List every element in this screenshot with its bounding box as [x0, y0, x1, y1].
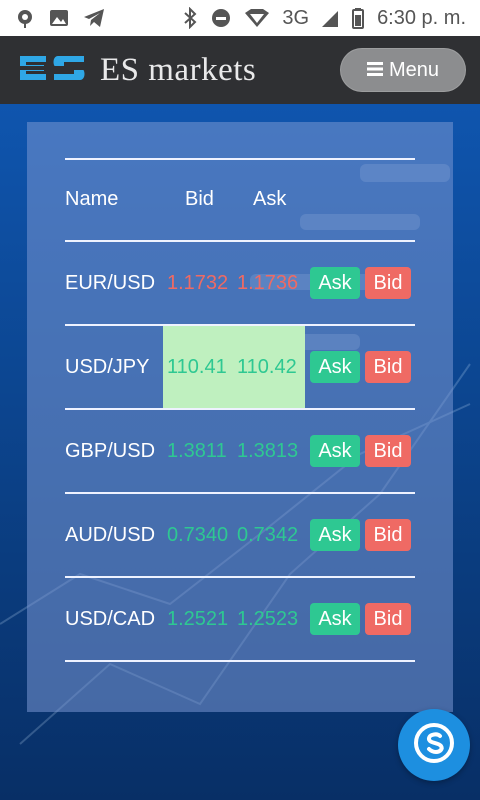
status-time: 6:30 p. m. [377, 6, 466, 29]
ask-price: 1.2523 [237, 607, 299, 630]
bid-button[interactable]: Bid [365, 519, 411, 551]
location-icon [14, 7, 36, 29]
ask-button[interactable]: Ask [310, 351, 360, 383]
table-row: AUD/USD 0.7340 0.7342 Ask Bid [65, 494, 415, 576]
network-type: 3G [282, 6, 310, 29]
bid-price: 0.7340 [167, 523, 229, 546]
brand[interactable]: ES markets [14, 48, 256, 93]
signal-icon [321, 7, 339, 29]
status-right: 3G 6:30 p. m. [182, 7, 466, 30]
bid-price: 1.3811 [167, 439, 227, 462]
rates-panel: Name Bid Ask EUR/USD 1.1732 1.1736 Ask B… [27, 122, 453, 712]
menu-button[interactable]: Menu [340, 48, 466, 92]
pair-name: AUD/USD [65, 523, 156, 546]
pair-name: USD/JPY [65, 355, 150, 378]
ask-price: 1.3813 [237, 439, 299, 462]
bluetooth-icon [182, 7, 198, 29]
menu-icon [366, 59, 383, 82]
es-logo-icon [14, 48, 92, 93]
image-icon [48, 7, 70, 29]
ask-price: 1.1736 [237, 271, 299, 294]
bid-price: 110.41 [167, 355, 227, 378]
ask-button[interactable]: Ask [310, 519, 360, 551]
pair-name: GBP/USD [65, 439, 156, 462]
telegram-icon [82, 7, 106, 29]
table-row: EUR/USD 1.1732 1.1736 Ask Bid [65, 242, 415, 324]
ask-price: 110.42 [237, 355, 297, 378]
ask-button[interactable]: Ask [310, 603, 360, 635]
bid-button[interactable]: Bid [365, 267, 411, 299]
header-name: Name [65, 187, 119, 210]
status-left [14, 7, 106, 29]
status-bar: 3G 6:30 p. m. [0, 0, 480, 36]
table-row: GBP/USD 1.3811 1.3813 Ask Bid [65, 410, 415, 492]
ask-button[interactable]: Ask [310, 267, 360, 299]
bid-button[interactable]: Bid [365, 435, 411, 467]
battery-icon [351, 7, 365, 29]
header-bid: Bid [185, 187, 214, 210]
menu-label: Menu [388, 58, 440, 81]
skype-icon [411, 720, 457, 771]
brand-name: ES markets [100, 51, 257, 88]
skype-chat-button[interactable] [398, 709, 470, 781]
table-row: USD/JPY 110.41 110.42 Ask Bid [65, 326, 415, 408]
ask-button[interactable]: Ask [310, 435, 360, 467]
pair-name: EUR/USD [65, 271, 156, 294]
bid-button[interactable]: Bid [365, 351, 411, 383]
app-header: ES markets Menu [0, 36, 480, 104]
divider [65, 660, 415, 662]
do-not-disturb-icon [210, 7, 232, 29]
table-header: Name Bid Ask [65, 158, 415, 240]
header-ask: Ask [253, 187, 287, 210]
ask-price: 0.7342 [237, 523, 299, 546]
bid-price: 1.1732 [167, 271, 229, 294]
bid-price: 1.2521 [167, 607, 229, 630]
wifi-icon [244, 7, 270, 29]
table-row: USD/CAD 1.2521 1.2523 Ask Bid [65, 578, 415, 660]
bid-button[interactable]: Bid [365, 603, 411, 635]
pair-name: USD/CAD [65, 607, 156, 630]
